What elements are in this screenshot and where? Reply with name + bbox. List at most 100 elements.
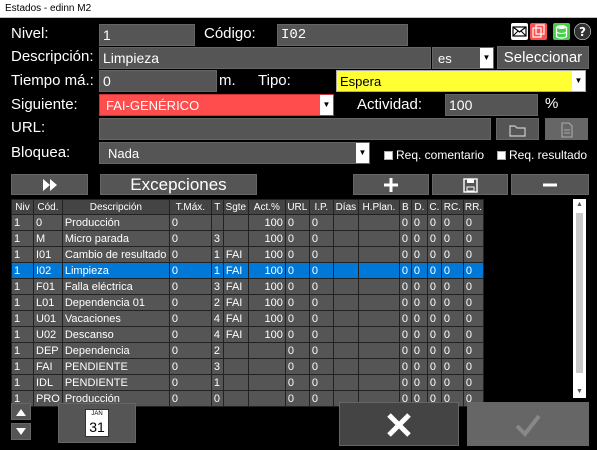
table-row[interactable]: 1 I01 Cambio de resultado 0 1 FAI 100 0 0 0 0 0 0 0 — [11, 246, 485, 263]
minus-icon — [542, 180, 558, 197]
column-header[interactable]: D. — [410, 199, 428, 215]
table-cell: 0 — [308, 374, 334, 391]
table-cell: 100 — [247, 246, 286, 263]
table-cell: 0 — [398, 262, 412, 279]
table-cell: 100 — [247, 310, 286, 327]
cancel-button[interactable] — [339, 402, 459, 446]
table-cell: 0 — [462, 326, 485, 343]
column-header[interactable]: Descripción — [61, 199, 170, 215]
database-icon[interactable] — [553, 23, 570, 40]
column-header[interactable]: Act.% — [247, 199, 286, 215]
scroll-down-icon[interactable]: ▼ — [573, 386, 586, 398]
checkbox-box[interactable] — [497, 151, 506, 160]
table-cell: 3 — [210, 278, 224, 295]
tipo-select[interactable]: Espera ▼ — [336, 70, 586, 92]
table-row[interactable]: 1 0 Producción 0 100 0 0 0 0 0 0 0 — [11, 214, 485, 231]
column-header[interactable]: Cód. — [33, 199, 63, 215]
table-row[interactable]: 1 L01 Dependencia 01 0 2 FAI 100 0 0 0 0 0 0 0 — [11, 294, 485, 311]
descripcion-field[interactable]: Limpieza — [99, 47, 431, 69]
table-cell: Limpieza — [61, 262, 170, 279]
column-header[interactable]: RC. — [440, 199, 464, 215]
table-cell: FAI — [222, 294, 249, 311]
copy-icon[interactable] — [530, 23, 547, 40]
table-row[interactable]: 1 IDL PENDIENTE 0 1 0 0 0 0 0 0 0 — [11, 374, 485, 391]
table-body: 1 0 Producción 0 100 0 0 0 0 0 0 0 1 M Micro parada 0 3 1… — [11, 214, 485, 407]
excepciones-button[interactable]: Excepciones — [100, 174, 257, 195]
table-cell — [210, 214, 224, 231]
file-button[interactable] — [545, 118, 588, 140]
bloquea-select[interactable]: Nada ▼ — [99, 142, 370, 164]
table-cell — [357, 310, 400, 327]
table-cell — [357, 230, 400, 247]
nivel-field[interactable]: 1 — [99, 24, 195, 46]
table-cell: 1 — [11, 230, 34, 247]
table-row[interactable]: 1 M Micro parada 0 3 100 0 0 0 0 0 0 0 — [11, 230, 485, 247]
column-header[interactable]: T.Máx. — [168, 199, 212, 215]
table-cell: 0 — [308, 358, 334, 375]
table-cell: 0 — [33, 214, 63, 231]
scroll-thumb[interactable] — [576, 213, 583, 373]
codigo-field[interactable]: I02 — [277, 24, 408, 46]
accept-button[interactable] — [467, 402, 589, 446]
actividad-field[interactable]: 100 — [445, 94, 538, 116]
chevron-down-icon: ▼ — [480, 48, 493, 68]
column-header[interactable]: B — [398, 199, 412, 215]
url-field[interactable] — [99, 118, 491, 140]
add-button[interactable] — [353, 174, 429, 195]
seleccionar-button[interactable]: Seleccionar — [497, 46, 589, 69]
table-row[interactable]: 1 U02 Descanso 0 4 FAI 100 0 0 0 0 0 0 0 — [11, 326, 485, 343]
table-cell — [222, 390, 249, 407]
table-row[interactable]: 1 F01 Falla eléctrica 0 3 FAI 100 0 0 0 0 0 0 0 — [11, 278, 485, 295]
help-icon[interactable]: ? — [574, 23, 591, 40]
table-cell: I01 — [33, 246, 63, 263]
calendar-month: JAN — [91, 411, 103, 417]
table-cell: Dependencia — [61, 342, 170, 359]
checkbox-box[interactable] — [384, 151, 393, 160]
folder-button[interactable] — [496, 118, 539, 140]
move-down-button[interactable] — [11, 423, 31, 440]
language-select[interactable]: es ▼ — [432, 47, 494, 69]
table-scrollbar[interactable]: ▲ ▼ — [573, 199, 586, 398]
calendar-icon: JAN 31 — [85, 409, 109, 437]
table-cell — [222, 374, 249, 391]
column-header[interactable]: Sgte — [222, 199, 249, 215]
scroll-up-icon[interactable]: ▲ — [573, 199, 586, 211]
table-cell: PENDIENTE — [61, 358, 170, 375]
table-cell: 0 — [426, 374, 442, 391]
column-header[interactable]: Días — [332, 199, 359, 215]
column-header[interactable]: Niv — [11, 199, 34, 215]
table-cell: 0 — [168, 246, 212, 263]
table-row[interactable]: 1 DEP Dependencia 0 2 0 0 0 0 0 0 0 — [11, 342, 485, 359]
table-cell: 0 — [410, 294, 428, 311]
mail-icon[interactable] — [511, 23, 528, 40]
save-button[interactable] — [432, 174, 508, 195]
table-cell: 0 — [284, 246, 310, 263]
table-cell: 1 — [210, 246, 224, 263]
table-cell: 0 — [440, 214, 464, 231]
column-header[interactable]: H.Plan. — [357, 199, 400, 215]
table-cell: 0 — [440, 310, 464, 327]
table-cell: 0 — [462, 214, 485, 231]
column-header[interactable]: I.P. — [308, 199, 334, 215]
window-title: Estados - edinn M2 — [0, 0, 597, 18]
tiempo-field[interactable]: 0 — [99, 70, 217, 92]
table-row[interactable]: 1 FAI PENDIENTE 0 3 0 0 0 0 0 0 0 — [11, 358, 485, 375]
table-cell: 0 — [168, 310, 212, 327]
table-cell: PENDIENTE — [61, 374, 170, 391]
column-header[interactable]: T — [210, 199, 224, 215]
column-header[interactable]: URL — [284, 199, 310, 215]
forward-button[interactable] — [11, 174, 88, 195]
column-header[interactable]: C. — [426, 199, 442, 215]
table-cell — [222, 214, 249, 231]
column-header[interactable]: RR. — [462, 199, 485, 215]
delete-button[interactable] — [511, 174, 589, 195]
table-row[interactable]: 1 U01 Vacaciones 0 4 FAI 100 0 0 0 0 0 0 0 — [11, 310, 485, 327]
table-row[interactable]: 1 I02 Limpieza 0 1 FAI 100 0 0 0 0 0 0 0 — [11, 262, 485, 279]
table-cell: 0 — [168, 358, 212, 375]
move-up-button[interactable] — [11, 403, 31, 420]
req-comentario-checkbox[interactable]: Req. comentario — [384, 148, 484, 162]
table-cell: 100 — [247, 230, 286, 247]
req-resultado-checkbox[interactable]: Req. resultado — [497, 148, 587, 162]
calendar-button[interactable]: JAN 31 — [58, 403, 136, 443]
siguiente-select[interactable]: FAI-GENÉRICO ▼ — [99, 94, 334, 116]
